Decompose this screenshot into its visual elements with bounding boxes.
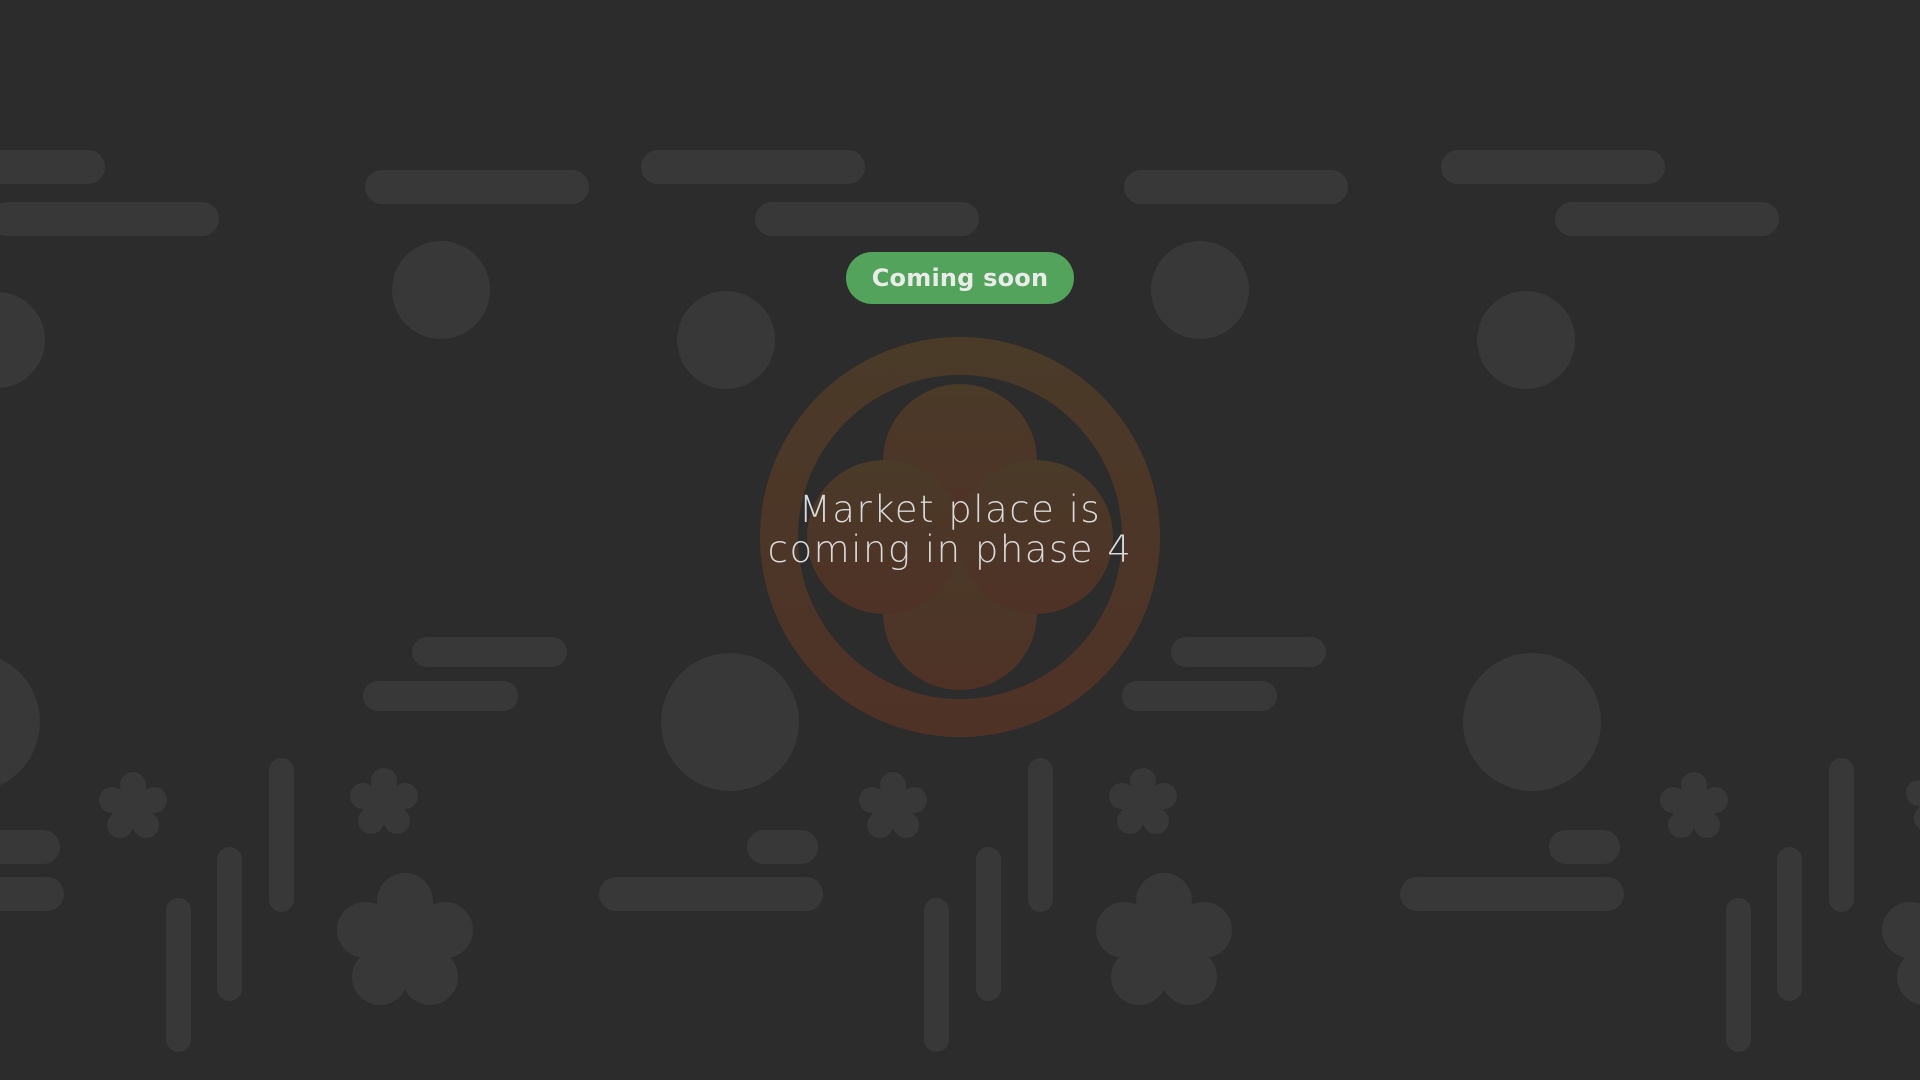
phase-message-line-1: Market place is xyxy=(798,488,1102,531)
coming-soon-badge: Coming soon xyxy=(846,252,1074,304)
coming-soon-screen: Coming soon Market place is coming in ph… xyxy=(0,0,1920,1080)
phase-message-line-2: coming in phase 4 xyxy=(767,528,1133,571)
phase-message: Market place is coming in phase 4 xyxy=(730,490,1170,570)
